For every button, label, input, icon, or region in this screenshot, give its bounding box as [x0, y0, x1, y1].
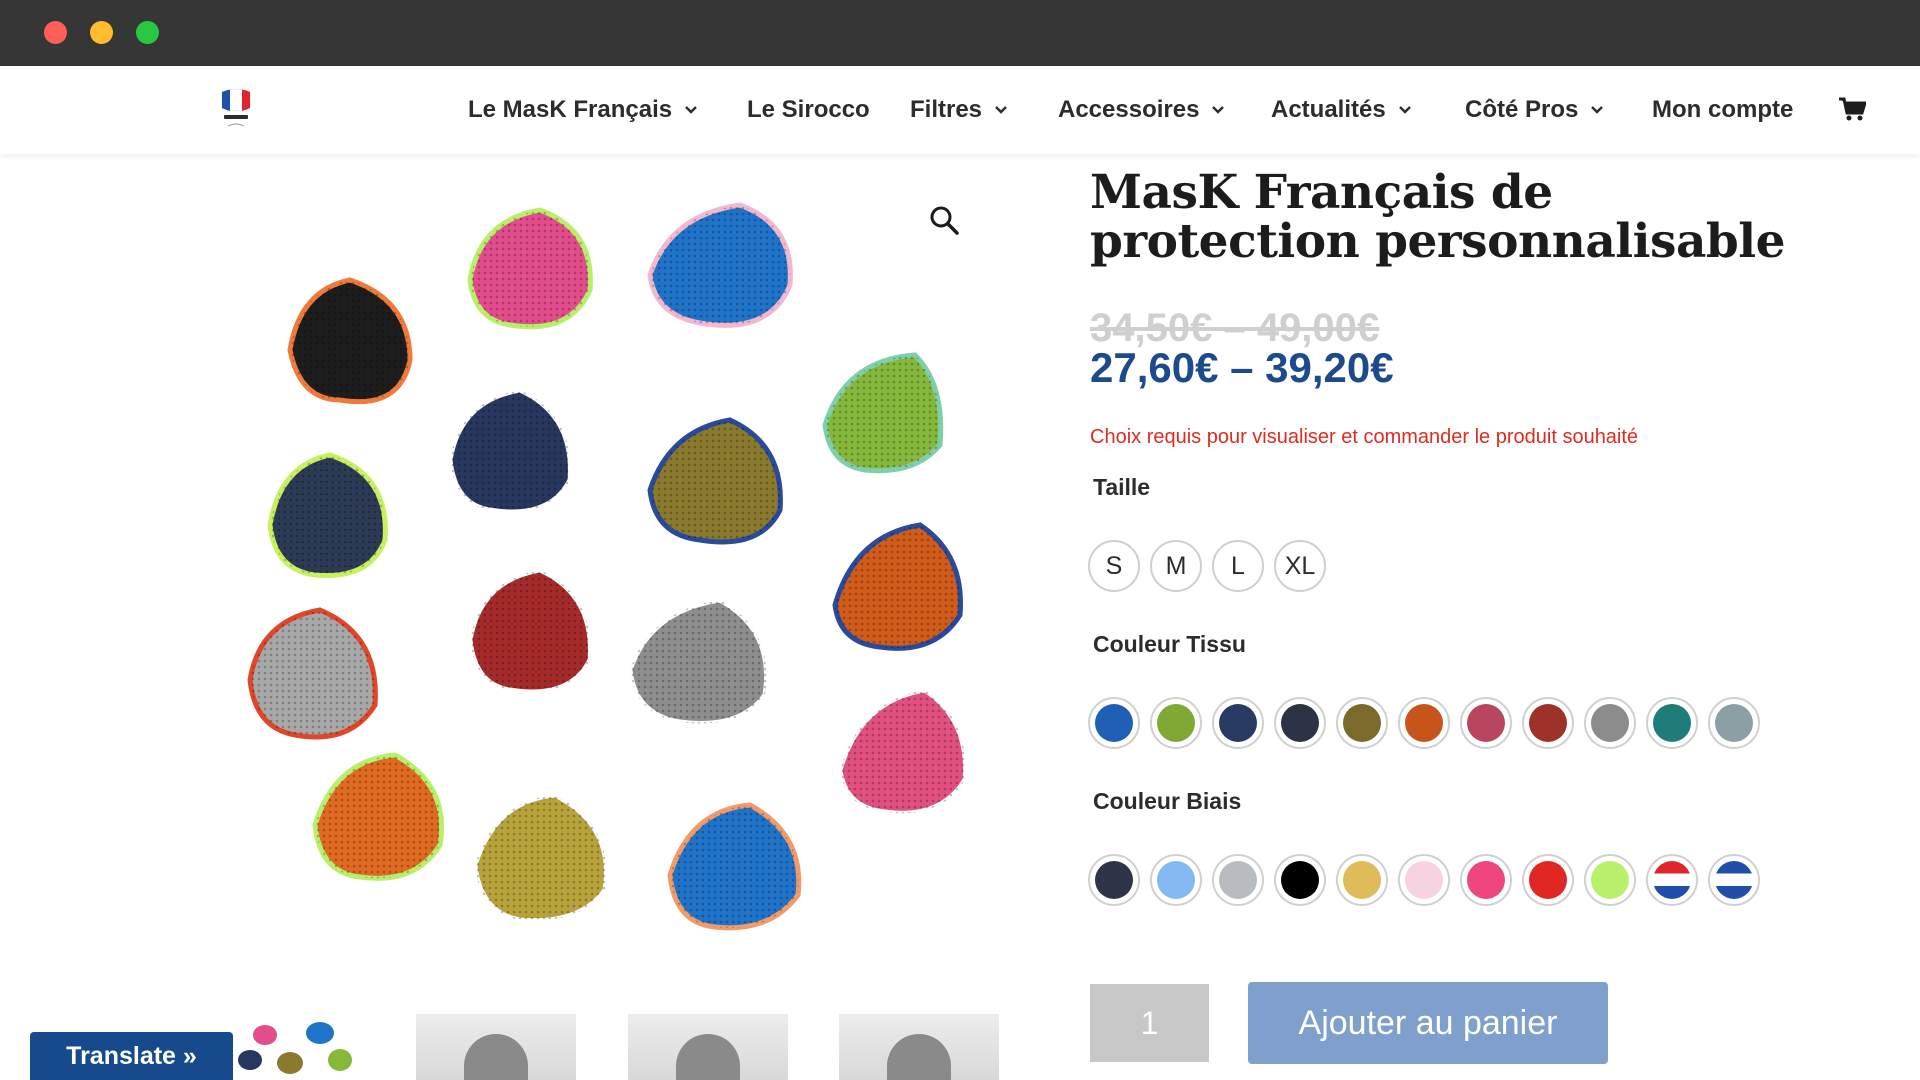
swatch-color — [1281, 704, 1319, 742]
chevron-down-icon — [1398, 106, 1411, 114]
selection-notice: Choix requis pour visualiser et commande… — [1090, 426, 1639, 448]
fabric-color-swatch-2[interactable] — [1150, 697, 1202, 749]
window-titlebar — [0, 0, 1920, 66]
swatch-color — [1467, 704, 1505, 742]
model-head-image — [464, 1034, 528, 1080]
swatch-color — [1157, 704, 1195, 742]
quantity-input[interactable]: 1 — [1090, 984, 1209, 1062]
nav-mon-compte[interactable]: Mon compte — [1652, 96, 1793, 124]
swatch-color — [1467, 861, 1505, 899]
swatch-color — [1343, 861, 1381, 899]
swatch-color — [1405, 704, 1443, 742]
thumbnail-2[interactable] — [416, 1014, 576, 1080]
trim-color-swatch-9[interactable] — [1584, 854, 1636, 906]
fabric-color-swatch-5[interactable] — [1336, 697, 1388, 749]
product-image[interactable] — [210, 180, 1010, 970]
zoom-icon[interactable] — [928, 204, 960, 236]
nav-label: Côté Pros — [1465, 96, 1579, 123]
swatch-color — [1219, 704, 1257, 742]
swatch-color — [1715, 704, 1753, 742]
chevron-down-icon — [995, 106, 1007, 114]
swatch-color — [1529, 861, 1567, 899]
site-header: Le MasK Français Le Sirocco Filtres Acce… — [0, 66, 1920, 154]
nav-label: Le Sirocco — [747, 96, 870, 123]
trim-color-swatch-7[interactable] — [1460, 854, 1512, 906]
trim-color-swatch-4[interactable] — [1274, 854, 1326, 906]
nav-le-sirocco[interactable]: Le Sirocco — [747, 96, 870, 124]
fabric-color-swatch-3[interactable] — [1212, 697, 1264, 749]
nav-label: Mon compte — [1652, 96, 1794, 123]
fabric-color-swatch-6[interactable] — [1398, 697, 1450, 749]
translate-button[interactable]: Translate » — [30, 1032, 233, 1080]
swatch-color — [1095, 861, 1133, 899]
size-option-m[interactable]: M — [1150, 540, 1202, 592]
fabric-color-swatch-9[interactable] — [1584, 697, 1636, 749]
swatch-color — [1529, 704, 1567, 742]
maximize-window-icon[interactable] — [136, 21, 159, 44]
thumbnail-4[interactable] — [839, 1014, 999, 1080]
nav-label: Accessoires — [1058, 96, 1200, 123]
swatch-color — [1281, 861, 1319, 899]
swatch-color — [1405, 861, 1443, 899]
swatch-color — [1343, 704, 1381, 742]
swatch-color — [1591, 861, 1629, 899]
fabric-color-label: Couleur Tissu — [1093, 631, 1246, 657]
model-head-image — [887, 1034, 951, 1080]
trim-color-label: Couleur Biais — [1093, 788, 1242, 814]
size-label: Taille — [1093, 474, 1151, 500]
trim-color-swatch-10[interactable] — [1646, 854, 1698, 906]
swatch-color — [1095, 704, 1133, 742]
fabric-color-swatch-10[interactable] — [1646, 697, 1698, 749]
trim-color-swatch-8[interactable] — [1522, 854, 1574, 906]
swatch-color — [1157, 861, 1195, 899]
nav-label: Le MasK Français — [468, 96, 673, 123]
size-option-xl[interactable]: XL — [1274, 540, 1326, 592]
thumbnail-1[interactable] — [230, 1015, 360, 1080]
model-head-image — [676, 1034, 740, 1080]
chevron-down-icon — [1212, 106, 1225, 114]
size-option-l[interactable]: L — [1212, 540, 1264, 592]
nav-filtres[interactable]: Filtres — [910, 96, 1008, 124]
trim-color-swatch-1[interactable] — [1088, 854, 1140, 906]
nav-label: Actualités — [1271, 96, 1386, 123]
chevron-down-icon — [685, 106, 697, 114]
trim-color-swatch-2[interactable] — [1150, 854, 1202, 906]
trim-color-swatch-3[interactable] — [1212, 854, 1264, 906]
sale-price: 27,60€ – 39,20€ — [1090, 344, 1394, 391]
swatch-color — [1715, 861, 1753, 899]
swatch-color — [1653, 704, 1691, 742]
nav-le-mask-francais[interactable]: Le MasK Français — [468, 96, 698, 124]
nav-cote-pros[interactable]: Côté Pros — [1465, 96, 1604, 124]
trim-color-swatch-6[interactable] — [1398, 854, 1450, 906]
fabric-color-swatch-4[interactable] — [1274, 697, 1326, 749]
trim-color-swatch-11[interactable] — [1708, 854, 1760, 906]
site-logo[interactable] — [218, 86, 254, 134]
chevron-down-icon — [1591, 106, 1604, 114]
nav-actualites[interactable]: Actualités — [1271, 96, 1412, 124]
fabric-color-swatch-11[interactable] — [1708, 697, 1760, 749]
close-window-icon[interactable] — [44, 21, 67, 44]
product-title: MasK Français de protection personnalisa… — [1090, 165, 1786, 269]
size-option-s[interactable]: S — [1088, 540, 1140, 592]
swatch-color — [1653, 861, 1691, 899]
add-to-cart-button[interactable]: Ajouter au panier — [1248, 982, 1608, 1064]
nav-label: Filtres — [910, 96, 983, 123]
thumbnail-3[interactable] — [628, 1014, 788, 1080]
trim-color-swatch-5[interactable] — [1336, 854, 1388, 906]
swatch-color — [1219, 861, 1257, 899]
minimize-window-icon[interactable] — [90, 21, 113, 44]
nav-accessoires[interactable]: Accessoires — [1058, 96, 1225, 124]
cart-icon[interactable] — [1838, 96, 1866, 122]
fabric-color-swatch-8[interactable] — [1522, 697, 1574, 749]
swatch-color — [1591, 704, 1629, 742]
fabric-color-swatch-1[interactable] — [1088, 697, 1140, 749]
fabric-color-swatch-7[interactable] — [1460, 697, 1512, 749]
